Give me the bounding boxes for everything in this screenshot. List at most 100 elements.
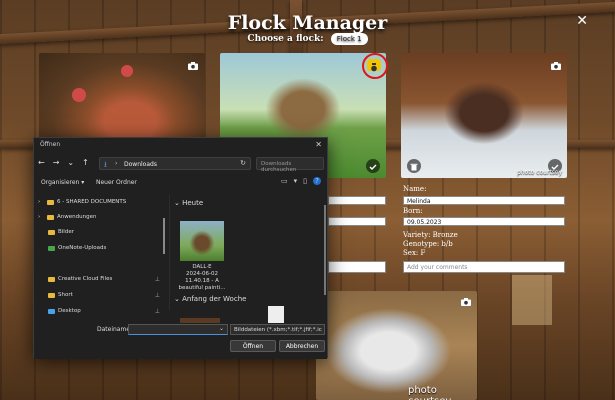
sidebar-item-label: Desktop xyxy=(58,308,81,314)
file-type-filter[interactable]: Bilddateien (*.xbm;*.tif;*.jfif;*.ic xyxy=(230,324,325,335)
nav-buttons: ← → ⌄ ↑ xyxy=(38,158,89,167)
file-name-line: beautiful painti... xyxy=(178,285,226,291)
search-input[interactable]: Downloads durchsuchen xyxy=(256,157,324,173)
born-date-field[interactable]: 09.05.2023 xyxy=(403,217,565,226)
chevron-down-icon[interactable]: ⌄ xyxy=(67,158,74,167)
turkey-head xyxy=(72,88,86,102)
folder-icon xyxy=(48,245,55,251)
group-header-start-of-week[interactable]: ⌄ Anfang der Woche xyxy=(174,295,246,303)
file-name[interactable]: DALL·E 2024-06-02 11.40.18 - A beautiful… xyxy=(174,264,230,292)
sidebar-item-short[interactable]: Short ⊥ xyxy=(48,292,160,299)
forward-arrow-icon[interactable]: → xyxy=(53,158,60,167)
name-field[interactable] xyxy=(328,196,386,205)
born-label: Born: xyxy=(403,207,423,215)
close-icon[interactable]: ✕ xyxy=(576,13,588,29)
file-name-line: 11.40.18 - A xyxy=(185,278,219,284)
address-bar[interactable]: ⭳ › Downloads ↻ xyxy=(99,157,251,170)
dialog-title: Öffnen xyxy=(40,141,61,148)
open-button[interactable]: Öffnen xyxy=(230,340,276,352)
camera-icon[interactable] xyxy=(551,62,561,70)
new-folder-button[interactable]: Neuer Ordner xyxy=(96,179,137,186)
sidebar-item-label: Creative Cloud Files xyxy=(58,276,113,282)
folder-icon xyxy=(48,276,55,282)
group-header-today[interactable]: ⌄ Heute xyxy=(174,199,203,207)
chevron-down-icon[interactable]: ▾ xyxy=(294,177,298,185)
name-field[interactable]: Melinda xyxy=(403,196,565,205)
back-arrow-icon[interactable]: ← xyxy=(38,158,45,167)
photo-credit: photo courtsey xyxy=(408,385,451,400)
sidebar-item-desktop[interactable]: Desktop ⊥ xyxy=(48,308,160,315)
help-icon[interactable]: ? xyxy=(313,177,321,185)
camera-icon[interactable] xyxy=(367,59,381,72)
comment-field[interactable] xyxy=(328,261,386,273)
folder-icon xyxy=(47,214,54,220)
camera-icon[interactable] xyxy=(188,62,198,70)
chevron-down-icon: ⌄ xyxy=(174,295,180,303)
sidebar-item-label: OneNote-Uploads xyxy=(58,245,107,251)
bird-card[interactable]: photo courtsey xyxy=(401,53,567,178)
preview-pane-icon[interactable]: ▯ xyxy=(303,177,307,185)
close-icon[interactable]: ✕ xyxy=(315,140,322,149)
page-title: Flock Manager xyxy=(227,12,388,34)
comment-field[interactable]: Add your comments xyxy=(403,261,565,273)
chevron-right-icon[interactable]: › xyxy=(38,199,44,205)
sidebar-item-anwendungen[interactable]: › Anwendungen xyxy=(38,214,96,220)
up-arrow-icon[interactable]: ↑ xyxy=(82,158,89,167)
pane-divider xyxy=(169,195,170,310)
photo-credit: photo courtsey xyxy=(517,169,563,176)
flock-select[interactable]: Flock 1 xyxy=(330,33,368,45)
filename-input[interactable]: ⌄ xyxy=(128,324,228,335)
variety-text: Variety: Bronze xyxy=(403,231,458,239)
sidebar-item-label: Anwendungen xyxy=(57,214,97,220)
file-open-dialog: Öffnen ✕ ← → ⌄ ↑ ⭳ › Downloads ↻ Downloa… xyxy=(33,137,328,359)
group-label: Anfang der Woche xyxy=(182,295,247,303)
genotype-text: Genotype: b/b xyxy=(403,240,453,248)
organize-button[interactable]: Organisieren ▾ xyxy=(41,179,84,186)
chevron-right-icon[interactable]: › xyxy=(38,214,44,220)
filename-label: Dateiname: xyxy=(97,326,133,333)
download-icon: ⭳ xyxy=(104,160,107,169)
folder-icon xyxy=(48,292,55,298)
file-list: ⌄ Heute DALL·E 2024-06-02 11.40.18 - A b… xyxy=(172,195,325,324)
pin-icon[interactable]: ⊥ xyxy=(155,292,160,299)
folder-icon xyxy=(48,229,55,235)
born-date-field[interactable] xyxy=(328,217,386,226)
file-thumbnail[interactable] xyxy=(180,221,224,261)
sidebar-item-bilder[interactable]: Bilder xyxy=(48,229,74,235)
sex-text: Sex: F xyxy=(403,249,426,257)
file-thumbnail[interactable] xyxy=(268,306,284,324)
bird-details: Name: Melinda Born: 09.05.2023 Variety: … xyxy=(401,182,567,277)
born-date-value: 09.05.2023 xyxy=(407,219,442,226)
chevron-down-icon[interactable]: ⌄ xyxy=(219,325,224,332)
pin-icon[interactable]: ⊥ xyxy=(155,308,160,315)
sidebar-item-onenote-uploads[interactable]: OneNote-Uploads xyxy=(48,245,106,251)
flock-chooser: Choose a flock: Flock 1 xyxy=(0,33,615,45)
barn-window xyxy=(512,275,552,325)
check-icon[interactable] xyxy=(366,159,380,173)
group-label: Heute xyxy=(182,199,204,207)
folder-icon xyxy=(48,308,55,314)
chevron-down-icon: ⌄ xyxy=(174,199,180,207)
dialog-footer: Dateiname: ⌄ Bilddateien (*.xbm;*.tif;*.… xyxy=(34,323,327,359)
navigation-pane: › 6 - SHARED DOCUMENTS › Anwendungen Bil… xyxy=(38,195,164,315)
file-name-line: DALL·E xyxy=(192,264,212,270)
turkey-head xyxy=(121,65,133,77)
sidebar-item-creative-cloud[interactable]: Creative Cloud Files ⊥ xyxy=(48,276,160,283)
sidebar-scrollbar[interactable] xyxy=(163,218,165,254)
breadcrumb[interactable]: Downloads xyxy=(124,161,157,168)
camera-icon[interactable] xyxy=(461,298,471,306)
file-name-line: 2024-06-02 xyxy=(186,271,218,277)
trash-icon[interactable] xyxy=(407,159,421,173)
sidebar-item-label: Bilder xyxy=(58,229,74,235)
pin-icon[interactable]: ⊥ xyxy=(155,276,160,283)
bird-card[interactable]: photo courtsey xyxy=(316,291,477,400)
flock-chooser-label: Choose a flock: xyxy=(247,34,324,44)
sidebar-item-label: 6 - SHARED DOCUMENTS xyxy=(57,199,127,205)
name-label: Name: xyxy=(403,185,427,193)
sidebar-item-shared-documents[interactable]: › 6 - SHARED DOCUMENTS xyxy=(38,199,126,205)
file-list-scrollbar[interactable] xyxy=(324,205,326,295)
refresh-icon[interactable]: ↻ xyxy=(240,159,246,167)
breadcrumb-separator: › xyxy=(115,160,118,167)
cancel-button[interactable]: Abbrechen xyxy=(279,340,325,352)
view-options-icon[interactable]: ▭ xyxy=(281,177,288,185)
